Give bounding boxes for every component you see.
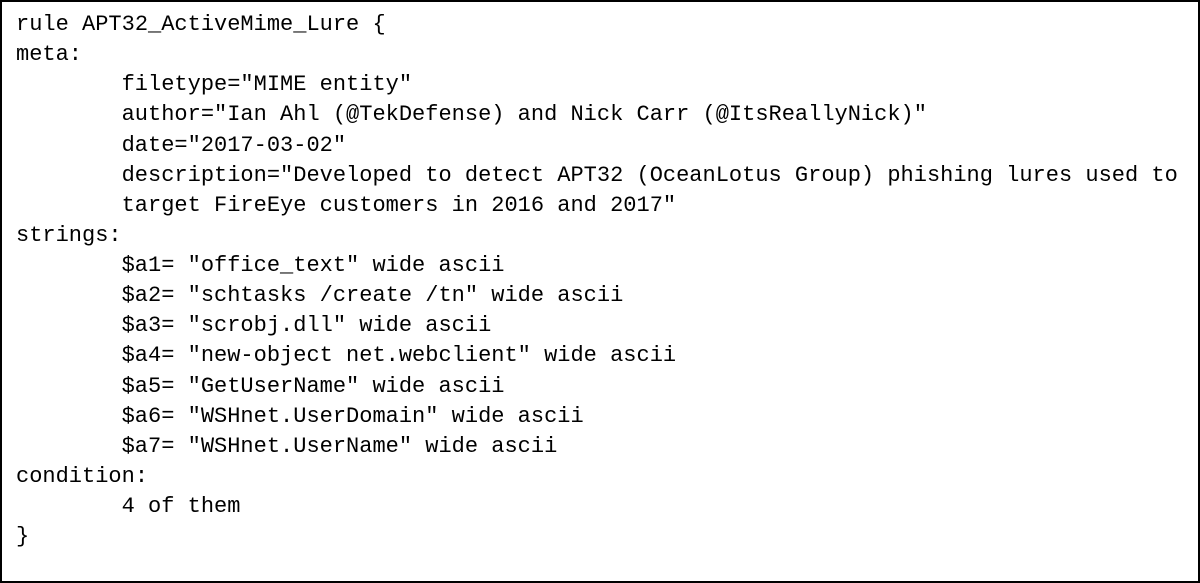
string-a5-line: $a5= "GetUserName" wide ascii [16, 372, 504, 402]
string-a2-line: $a2= "schtasks /create /tn" wide ascii [16, 281, 623, 311]
rule-header-line: rule APT32_ActiveMime_Lure { [16, 12, 386, 37]
strings-label-line: strings: [16, 223, 122, 248]
condition-label-line: condition: [16, 464, 148, 489]
meta-filetype-line: filetype="MIME entity" [16, 70, 412, 100]
condition-body-line: 4 of them [16, 492, 240, 522]
string-a4-line: $a4= "new-object net.webclient" wide asc… [16, 341, 676, 371]
meta-date-line: date="2017-03-02" [16, 131, 346, 161]
meta-description-line: description="Developed to detect APT32 (… [16, 161, 1184, 221]
string-a3-line: $a3= "scrobj.dll" wide ascii [16, 311, 491, 341]
meta-author-line: author="Ian Ahl (@TekDefense) and Nick C… [16, 100, 927, 130]
meta-label-line: meta: [16, 42, 82, 67]
yara-rule-code-block: rule APT32_ActiveMime_Lure { meta: filet… [0, 0, 1200, 583]
string-a6-line: $a6= "WSHnet.UserDomain" wide ascii [16, 402, 584, 432]
string-a7-line: $a7= "WSHnet.UserName" wide ascii [16, 432, 557, 462]
string-a1-line: $a1= "office_text" wide ascii [16, 251, 504, 281]
closing-brace-line: } [16, 524, 29, 549]
